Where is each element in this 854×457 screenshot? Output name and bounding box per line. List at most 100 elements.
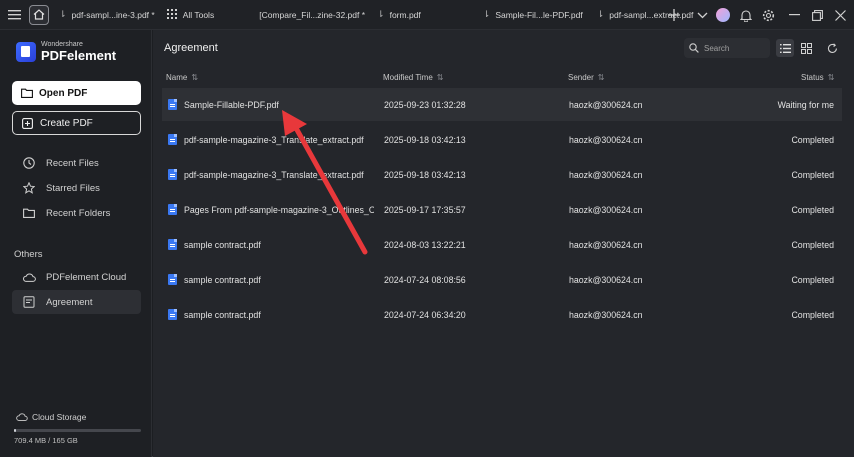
grid-view-icon[interactable] xyxy=(797,39,815,57)
file-name: pdf-sample-magazine-3_Translate_extract.… xyxy=(184,134,364,145)
column-header-label: Sender xyxy=(568,73,594,82)
gear-icon[interactable] xyxy=(760,0,776,30)
file-pdf-icon: ⇂ xyxy=(59,9,67,19)
file-pdf-icon: ⇂ xyxy=(596,9,605,19)
pdf-file-icon xyxy=(168,99,177,110)
table-row[interactable]: Sample-Fillable-PDF.pdf 2025-09-23 01:32… xyxy=(162,88,842,121)
sidebar-item-label: PDFelement Cloud xyxy=(46,271,127,283)
status: Waiting for me xyxy=(777,99,834,110)
modified-time: 2025-09-18 03:42:13 xyxy=(384,169,466,180)
column-header-modified[interactable]: Modified Time ⇅ xyxy=(383,73,444,82)
open-pdf-label: Open PDF xyxy=(39,87,88,99)
close-icon[interactable] xyxy=(832,0,848,30)
open-pdf-button[interactable]: Open PDF xyxy=(12,81,141,105)
sender: haozk@300624.cn xyxy=(569,204,643,215)
restore-icon[interactable] xyxy=(809,0,825,30)
file-pdf-icon: ⇂ xyxy=(377,9,385,19)
table-row[interactable]: sample contract.pdf 2024-08-03 13:22:21 … xyxy=(162,228,842,261)
modified-time: 2025-09-18 03:42:13 xyxy=(384,134,466,145)
status: Completed xyxy=(791,204,834,215)
pdf-file-icon xyxy=(168,309,177,320)
status: Completed xyxy=(791,309,834,320)
column-header-label: Modified Time xyxy=(383,73,433,82)
status: Completed xyxy=(791,274,834,285)
sort-icon: ⇅ xyxy=(827,73,835,82)
column-header-sender[interactable]: Sender ⇅ xyxy=(568,73,605,82)
sidebar: Wondershare PDFelement Open PDF Create P… xyxy=(0,30,152,457)
tab-pdf-sample-3[interactable]: ⇂ pdf-sampl...ine-3.pdf * xyxy=(59,0,155,30)
table-row[interactable]: Pages From pdf-sample-magazine-3_Outline… xyxy=(162,193,842,226)
status: Completed xyxy=(791,169,834,180)
bell-icon[interactable] xyxy=(738,0,754,30)
app-brand: Wondershare PDFelement xyxy=(16,41,116,62)
modified-time: 2025-09-17 17:35:57 xyxy=(384,204,466,215)
modified-time: 2024-08-03 13:22:21 xyxy=(384,239,466,250)
search-input[interactable] xyxy=(704,43,764,53)
pdf-file-icon xyxy=(168,274,177,285)
file-name: sample contract.pdf xyxy=(184,274,261,285)
table-row[interactable]: pdf-sample-magazine-3_Translate_extract.… xyxy=(162,158,842,191)
sidebar-item-recent-files[interactable]: Recent Files xyxy=(12,151,141,175)
pdf-file-icon xyxy=(168,239,177,250)
sidebar-item-recent-folders[interactable]: Recent Folders xyxy=(12,201,141,225)
home-icon[interactable] xyxy=(29,4,49,25)
file-name: sample contract.pdf xyxy=(184,239,261,250)
sort-icon: ⇅ xyxy=(436,73,444,82)
sidebar-item-pdfelement-cloud[interactable]: PDFelement Cloud xyxy=(12,265,141,289)
tab-label: Sample-Fil...le-PDF.pdf xyxy=(495,9,583,20)
sender: haozk@300624.cn xyxy=(569,239,643,250)
sort-icon: ⇅ xyxy=(191,73,199,82)
cloud-storage[interactable]: Cloud Storage xyxy=(16,412,86,422)
sidebar-item-label: Recent Folders xyxy=(46,207,111,219)
modified-time: 2025-09-23 01:32:28 xyxy=(384,99,466,110)
storage-usage-bar xyxy=(14,429,141,432)
folder-icon xyxy=(21,88,33,98)
chevron-down-icon[interactable] xyxy=(694,0,710,30)
sender: haozk@300624.cn xyxy=(569,134,643,145)
storage-usage-text: 709.4 MB / 165 GB xyxy=(14,436,78,445)
pdf-file-icon xyxy=(168,169,177,180)
plus-square-icon xyxy=(22,117,34,129)
sidebar-item-label: Recent Files xyxy=(46,157,99,169)
file-name: Pages From pdf-sample-magazine-3_Outline… xyxy=(184,204,374,215)
new-tab-icon[interactable] xyxy=(666,0,682,30)
sidebar-item-agreement[interactable]: Agreement xyxy=(12,290,141,314)
agreement-icon xyxy=(23,296,37,308)
minimize-icon[interactable] xyxy=(786,0,802,30)
column-header-name[interactable]: Name ⇅ xyxy=(166,73,198,82)
pdf-file-icon xyxy=(168,204,177,215)
tab-label: [Compare_Fil...zine-32.pdf * xyxy=(259,9,366,20)
brand-company: Wondershare xyxy=(41,41,83,48)
menu-icon[interactable] xyxy=(3,4,25,26)
status: Completed xyxy=(791,134,834,145)
tab-sample-fillable[interactable]: ⇂ Sample-Fil...le-PDF.pdf xyxy=(483,0,583,30)
search-box[interactable] xyxy=(684,38,770,58)
tab-label: form.pdf xyxy=(389,9,421,20)
table-row[interactable]: sample contract.pdf 2024-07-24 08:08:56 … xyxy=(162,263,842,296)
modified-time: 2024-07-24 06:34:20 xyxy=(384,309,466,320)
table-row[interactable]: pdf-sample-magazine-3_Translate_extract.… xyxy=(162,123,842,156)
create-pdf-label: Create PDF xyxy=(40,117,93,129)
storage-usage-fill xyxy=(14,429,16,432)
table-row[interactable]: sample contract.pdf 2024-07-24 06:34:20 … xyxy=(162,298,842,331)
search-icon xyxy=(689,43,699,53)
cloud-icon xyxy=(23,272,37,282)
page-title: Agreement xyxy=(164,42,218,54)
file-name: Sample-Fillable-PDF.pdf xyxy=(184,99,279,110)
cloud-storage-label: Cloud Storage xyxy=(32,412,87,422)
sidebar-item-starred-files[interactable]: Starred Files xyxy=(12,176,141,200)
column-header-label: Name xyxy=(166,73,188,82)
list-view-icon[interactable] xyxy=(776,39,794,57)
tab-label: pdf-sampl...ine-3.pdf * xyxy=(71,9,155,20)
sender: haozk@300624.cn xyxy=(569,169,643,180)
create-pdf-button[interactable]: Create PDF xyxy=(12,111,141,135)
tab-all-tools[interactable]: All Tools xyxy=(166,0,214,30)
tab-form[interactable]: ⇂ form.pdf xyxy=(377,0,421,30)
column-header-status[interactable]: Status ⇅ xyxy=(801,73,834,82)
tab-compare[interactable]: [Compare_Fil...zine-32.pdf * xyxy=(259,0,365,30)
others-section-title: Others xyxy=(14,249,43,260)
refresh-icon[interactable] xyxy=(823,39,841,57)
avatar[interactable] xyxy=(715,0,731,30)
sidebar-item-label: Starred Files xyxy=(46,182,100,194)
pdfelement-logo-icon xyxy=(16,41,36,62)
